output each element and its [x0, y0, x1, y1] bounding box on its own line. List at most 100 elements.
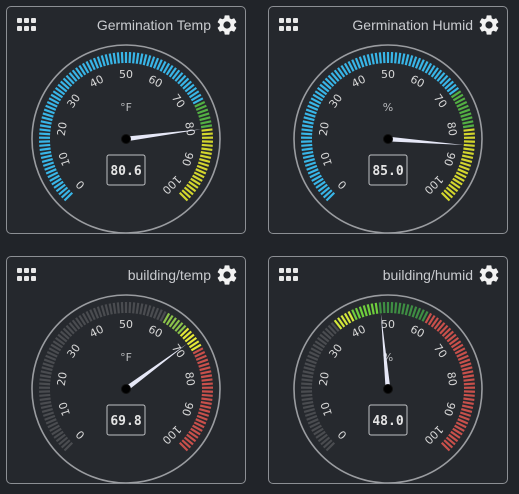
band-segment — [132, 52, 136, 64]
tick-label: 80 — [182, 371, 197, 387]
band-segment — [463, 378, 475, 382]
gear-icon[interactable] — [477, 13, 501, 37]
band-segment — [112, 302, 117, 314]
value-readout: 85.0 — [372, 164, 403, 179]
band-segment — [116, 302, 120, 314]
needle-hub — [121, 384, 131, 394]
band-segment — [201, 397, 213, 401]
band-segment — [301, 128, 313, 132]
card-title: Germination Temp — [96, 17, 211, 33]
card-header: building/temp — [7, 257, 245, 287]
band-segment — [120, 52, 124, 64]
needle-hub — [383, 384, 393, 394]
band-segment — [463, 143, 475, 147]
band-segment — [394, 52, 398, 64]
band-segment — [301, 393, 313, 397]
tick-label: 20 — [317, 371, 332, 387]
band-segment — [382, 52, 386, 64]
unit-label: % — [383, 101, 393, 114]
tick-label: 50 — [381, 318, 395, 331]
band-segment — [374, 52, 379, 64]
grid-menu-icon[interactable] — [17, 268, 37, 284]
band-segment — [201, 132, 213, 136]
band-segment — [201, 147, 213, 151]
band-segment — [301, 143, 313, 147]
needle-hub — [383, 134, 393, 144]
dashboard-grid: Germination Temp 0 10 20 30 40 50 60 70 80 90 100 °… — [0, 0, 519, 494]
needle-hub — [121, 134, 131, 144]
band-segment — [135, 302, 140, 314]
band-segment — [463, 393, 475, 397]
gauge-card-building-temp: building/temp 0 10 20 30 40 50 60 70 80 90 100 °F 69… — [6, 256, 246, 484]
band-segment — [39, 132, 51, 136]
band-segment — [128, 302, 132, 314]
grid-menu-icon[interactable] — [279, 268, 299, 284]
gauge: 010203040 50 60708090100°F69.8 — [31, 294, 221, 483]
band-segment — [390, 52, 394, 64]
band-segment — [201, 378, 213, 382]
grid-menu-icon[interactable] — [17, 18, 37, 34]
value-readout: 69.8 — [110, 414, 141, 429]
band-segment — [39, 397, 51, 401]
band-segment — [463, 397, 475, 401]
band-segment — [201, 382, 213, 386]
band-segment — [397, 302, 402, 314]
band-segment — [378, 52, 382, 64]
band-segment — [374, 302, 379, 314]
band-segment — [39, 143, 51, 147]
gauge-card-germination-humid: Germination Humid 0 10 20 30 40 50 60 70 80 90 100… — [268, 6, 508, 234]
band-segment — [201, 393, 213, 397]
band-segment — [39, 378, 51, 382]
card-header: building/humid — [269, 257, 507, 287]
band-segment — [394, 302, 398, 314]
band-segment — [301, 378, 313, 382]
gear-icon[interactable] — [477, 263, 501, 287]
band-segment — [301, 397, 313, 401]
tick-label: 20 — [317, 121, 332, 137]
band-segment — [39, 382, 51, 386]
band-segment — [39, 393, 51, 397]
gauge: 010203040 50 60708090100%48.0 — [293, 294, 483, 483]
gauge-card-building-humid: building/humid 0 10 20 30 40 50 60 70 80 90 100% 48… — [268, 256, 508, 484]
band-segment — [463, 128, 475, 132]
gauge-card-germination-temp: Germination Temp 0 10 20 30 40 50 60 70 80 90 100 °… — [6, 6, 246, 234]
gear-icon[interactable] — [215, 263, 239, 287]
tick-label: 50 — [119, 68, 133, 81]
band-segment — [201, 143, 213, 147]
band-segment — [463, 382, 475, 386]
band-segment — [301, 132, 313, 136]
card-title: Germination Humid — [352, 17, 473, 33]
tick-label: 80 — [444, 371, 459, 387]
tick-label: 20 — [55, 371, 70, 387]
band-segment — [201, 128, 213, 132]
band-segment — [120, 302, 124, 314]
band-segment — [135, 52, 140, 64]
band-segment — [39, 128, 51, 132]
card-header: Germination Humid — [269, 7, 507, 37]
tick-label: 20 — [55, 121, 70, 137]
tick-label: 80 — [182, 121, 197, 137]
gear-icon[interactable] — [215, 13, 239, 37]
band-segment — [378, 302, 382, 314]
band-segment — [382, 302, 386, 314]
tick-label: 50 — [381, 68, 395, 81]
band-segment — [39, 147, 51, 151]
value-readout: 48.0 — [372, 414, 403, 429]
band-segment — [301, 382, 313, 386]
card-header: Germination Temp — [7, 7, 245, 37]
band-segment — [390, 302, 394, 314]
tick-label: 80 — [444, 121, 459, 137]
unit-label: °F — [120, 351, 132, 364]
band-segment — [132, 302, 136, 314]
tick-label: 50 — [119, 318, 133, 331]
card-title: building/temp — [127, 267, 211, 283]
band-segment — [463, 132, 475, 136]
gauge: 010203040 50 60708090100%85.0 — [293, 44, 483, 233]
band-segment — [128, 52, 132, 64]
gauge: 010203040 50 60708090100°F80.6 — [31, 44, 221, 233]
band-segment — [301, 147, 313, 151]
unit-label: °F — [120, 101, 132, 114]
grid-menu-icon[interactable] — [279, 18, 299, 34]
card-title: building/humid — [382, 267, 473, 283]
band-segment — [397, 52, 402, 64]
